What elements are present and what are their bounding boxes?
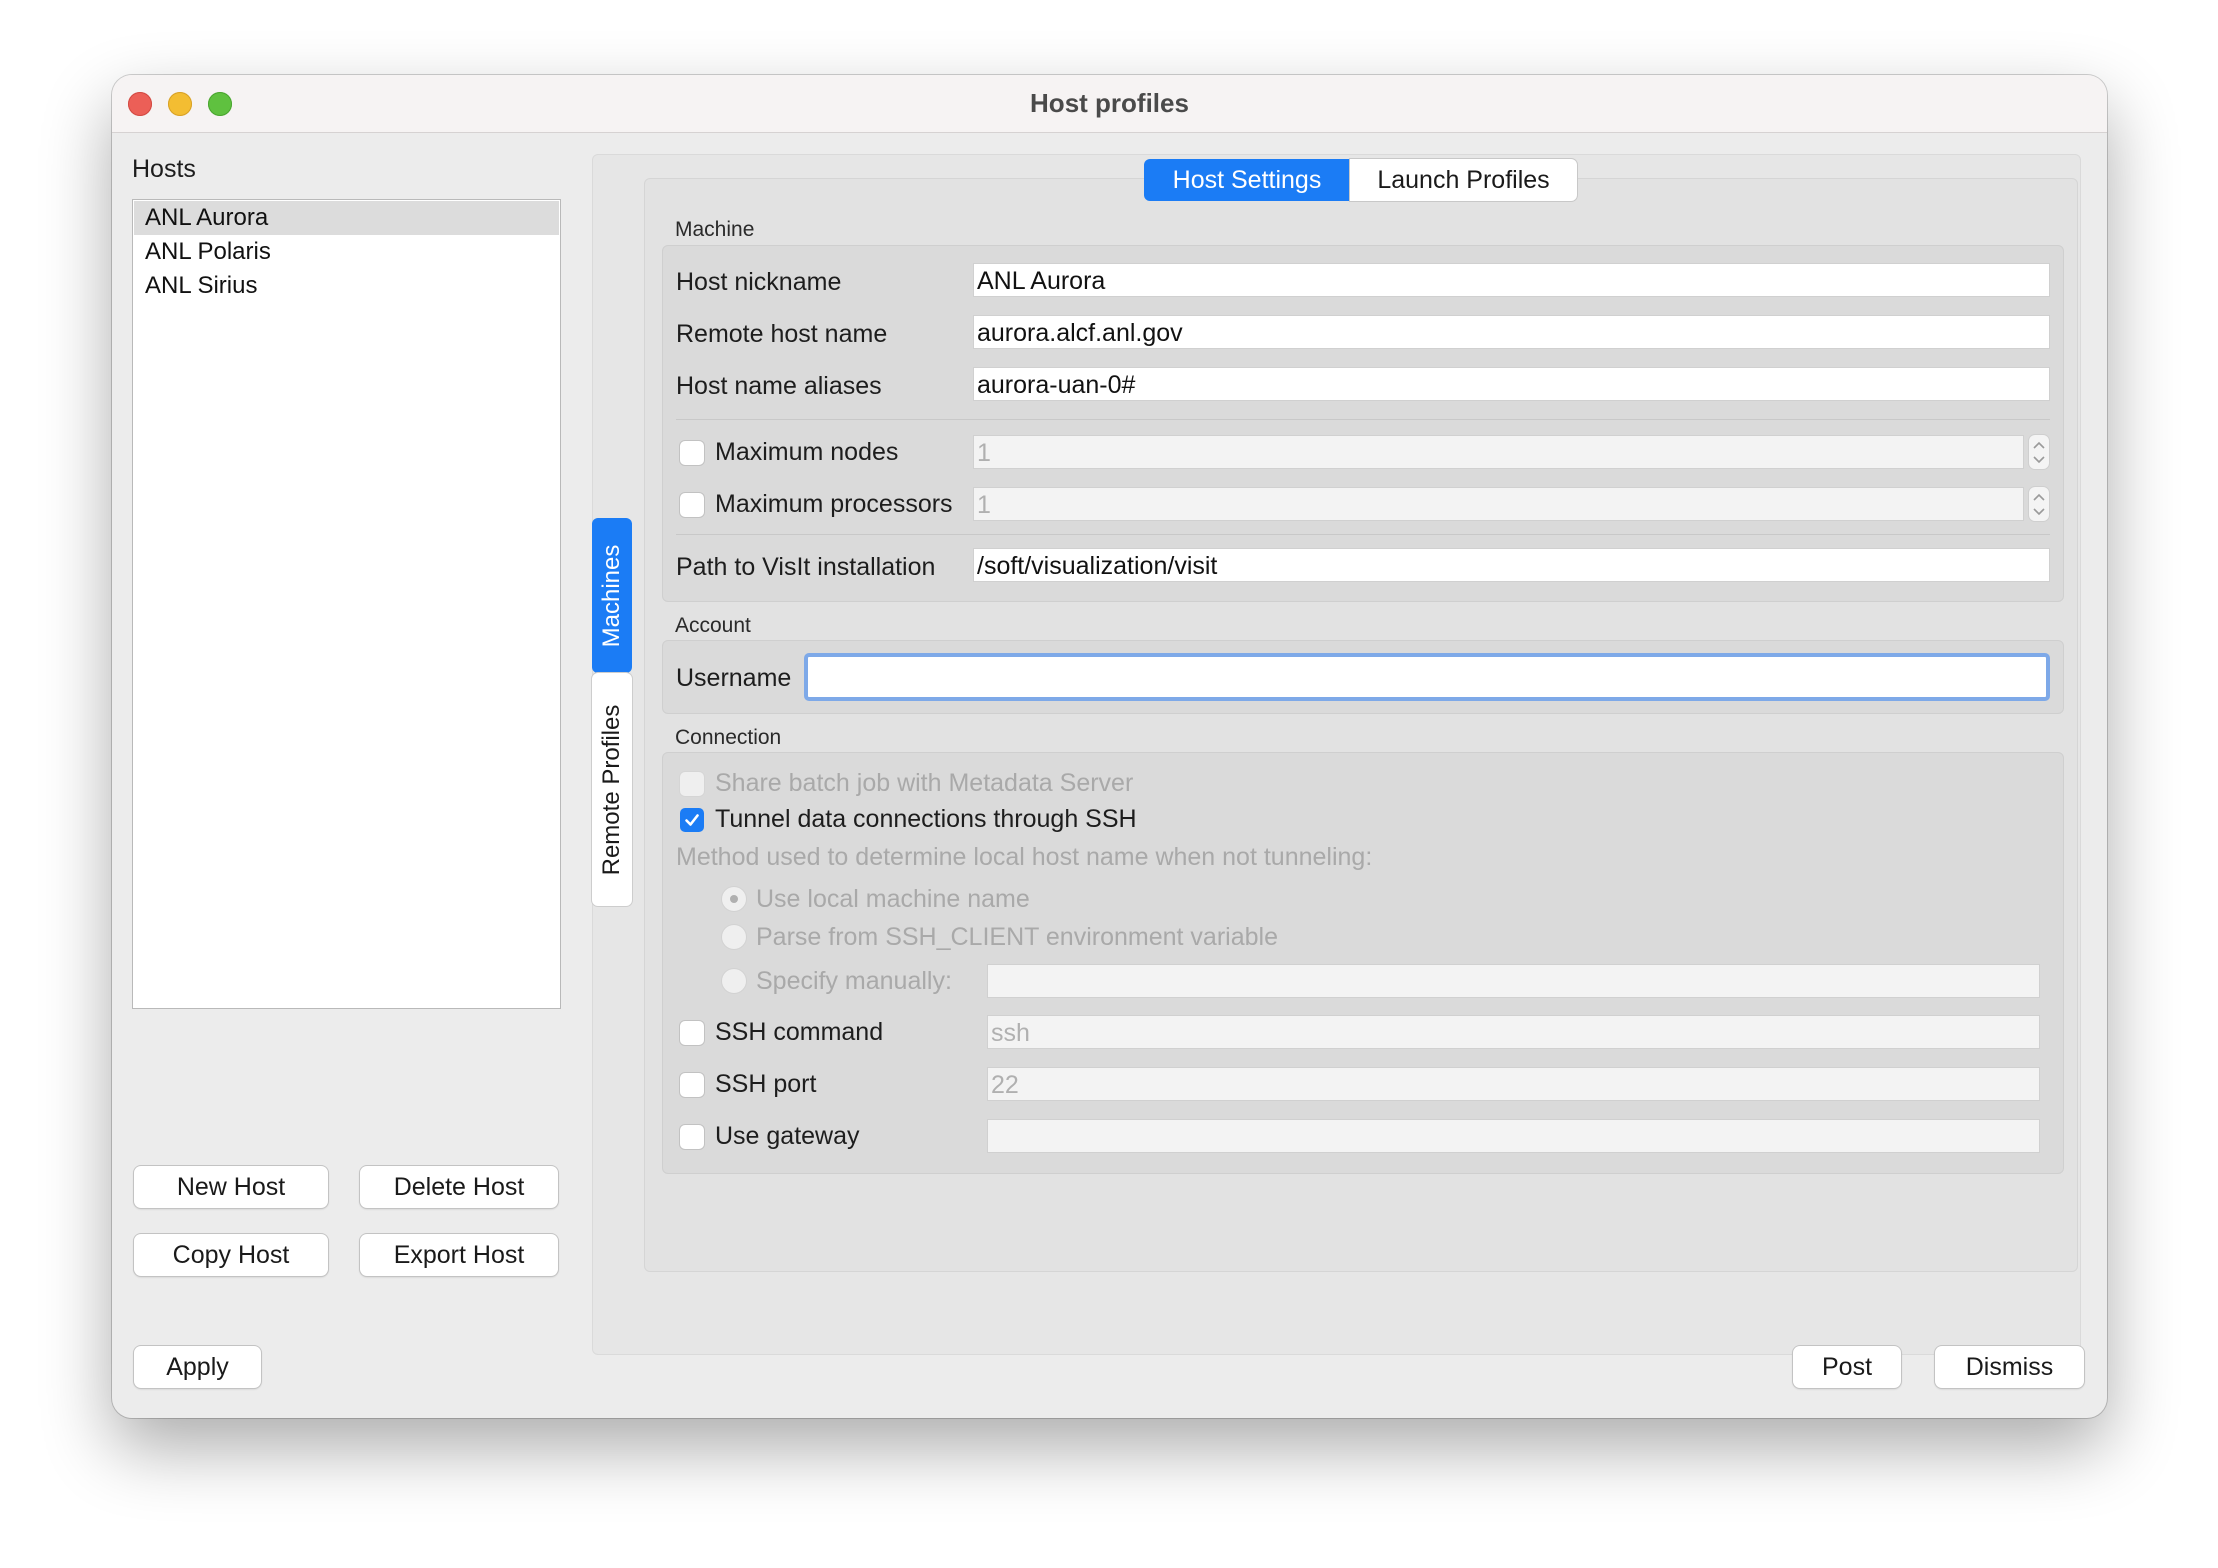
specify-manually-label: Specify manually: xyxy=(756,967,952,995)
ssh-command-field[interactable]: ssh xyxy=(987,1015,2040,1049)
apply-button[interactable]: Apply xyxy=(134,1346,261,1388)
tab-host-settings[interactable]: Host Settings xyxy=(1144,159,1350,201)
ssh-port-field[interactable]: 22 xyxy=(987,1067,2040,1101)
window-title: Host profiles xyxy=(1030,88,1189,118)
use-local-name-label: Use local machine name xyxy=(756,885,1030,913)
chevron-down-icon xyxy=(2033,508,2045,516)
maximum-processors-stepper[interactable] xyxy=(2028,486,2050,522)
list-item[interactable]: ANL Polaris xyxy=(134,235,559,269)
host-list[interactable]: ANL Aurora ANL Polaris ANL Sirius xyxy=(132,199,561,1009)
maximum-processors-checkbox[interactable] xyxy=(680,493,704,517)
tab-machines-label: Machines xyxy=(598,544,625,647)
divider xyxy=(676,419,2050,420)
tunnel-ssh-checkbox[interactable] xyxy=(680,808,704,832)
divider xyxy=(676,534,2050,535)
tab-remote-profiles[interactable]: Remote Profiles xyxy=(592,673,632,906)
chevron-up-icon xyxy=(2033,441,2045,449)
connection-heading: Connection xyxy=(675,726,782,749)
parse-ssh-client-radio[interactable] xyxy=(722,925,746,949)
export-host-button[interactable]: Export Host xyxy=(360,1234,558,1276)
delete-host-button[interactable]: Delete Host xyxy=(360,1166,558,1208)
visit-path-field[interactable]: /soft/visualization/visit xyxy=(973,548,2050,582)
visit-path-label: Path to VisIt installation xyxy=(676,553,936,581)
tab-remote-profiles-label: Remote Profiles xyxy=(598,704,625,875)
ssh-port-label: SSH port xyxy=(715,1070,817,1098)
host-name-aliases-field[interactable]: aurora-uan-0# xyxy=(973,367,2050,401)
maximum-processors-field[interactable]: 1 xyxy=(973,487,2024,521)
use-local-name-radio[interactable] xyxy=(722,887,746,911)
ssh-port-checkbox[interactable] xyxy=(680,1073,704,1097)
account-heading: Account xyxy=(675,614,751,637)
maximum-nodes-field[interactable]: 1 xyxy=(973,435,2024,469)
share-batch-checkbox[interactable] xyxy=(680,772,704,796)
use-gateway-field[interactable] xyxy=(987,1119,2040,1153)
specify-manually-field[interactable] xyxy=(987,964,2040,998)
ssh-command-checkbox[interactable] xyxy=(680,1021,704,1045)
host-profiles-window: Host profiles Hosts ANL Aurora ANL Polar… xyxy=(112,75,2107,1418)
chevron-up-icon xyxy=(2033,493,2045,501)
ssh-command-label: SSH command xyxy=(715,1018,884,1046)
new-host-button[interactable]: New Host xyxy=(134,1166,328,1208)
use-gateway-label: Use gateway xyxy=(715,1122,860,1150)
post-button[interactable]: Post xyxy=(1793,1346,1901,1388)
hosts-label: Hosts xyxy=(132,155,196,183)
tab-machines[interactable]: Machines xyxy=(592,518,632,673)
machine-heading: Machine xyxy=(675,218,755,241)
use-gateway-checkbox[interactable] xyxy=(680,1125,704,1149)
maximum-nodes-checkbox[interactable] xyxy=(680,441,704,465)
chevron-down-icon xyxy=(2033,456,2045,464)
host-nickname-label: Host nickname xyxy=(676,268,842,296)
username-field[interactable] xyxy=(804,653,2050,701)
parse-ssh-client-label: Parse from SSH_CLIENT environment variab… xyxy=(756,923,1278,951)
list-item[interactable]: ANL Aurora xyxy=(134,201,559,235)
copy-host-button[interactable]: Copy Host xyxy=(134,1234,328,1276)
username-label: Username xyxy=(676,664,792,692)
method-label: Method used to determine local host name… xyxy=(676,843,1373,871)
remote-host-name-label: Remote host name xyxy=(676,320,888,348)
title-bar: Host profiles xyxy=(112,75,2107,133)
tunnel-ssh-label: Tunnel data connections through SSH xyxy=(715,805,1137,833)
remote-host-name-field[interactable]: aurora.alcf.anl.gov xyxy=(973,315,2050,349)
share-batch-label: Share batch job with Metadata Server xyxy=(715,769,1134,797)
checkmark-icon xyxy=(685,814,699,826)
maximum-nodes-stepper[interactable] xyxy=(2028,434,2050,470)
dismiss-button[interactable]: Dismiss xyxy=(1935,1346,2084,1388)
list-item[interactable]: ANL Sirius xyxy=(134,269,559,303)
specify-manually-radio[interactable] xyxy=(722,969,746,993)
host-nickname-field[interactable]: ANL Aurora xyxy=(973,263,2050,297)
tab-launch-profiles[interactable]: Launch Profiles xyxy=(1350,159,1577,201)
maximum-processors-label: Maximum processors xyxy=(715,490,953,518)
maximum-nodes-label: Maximum nodes xyxy=(715,438,899,466)
host-name-aliases-label: Host name aliases xyxy=(676,372,882,400)
